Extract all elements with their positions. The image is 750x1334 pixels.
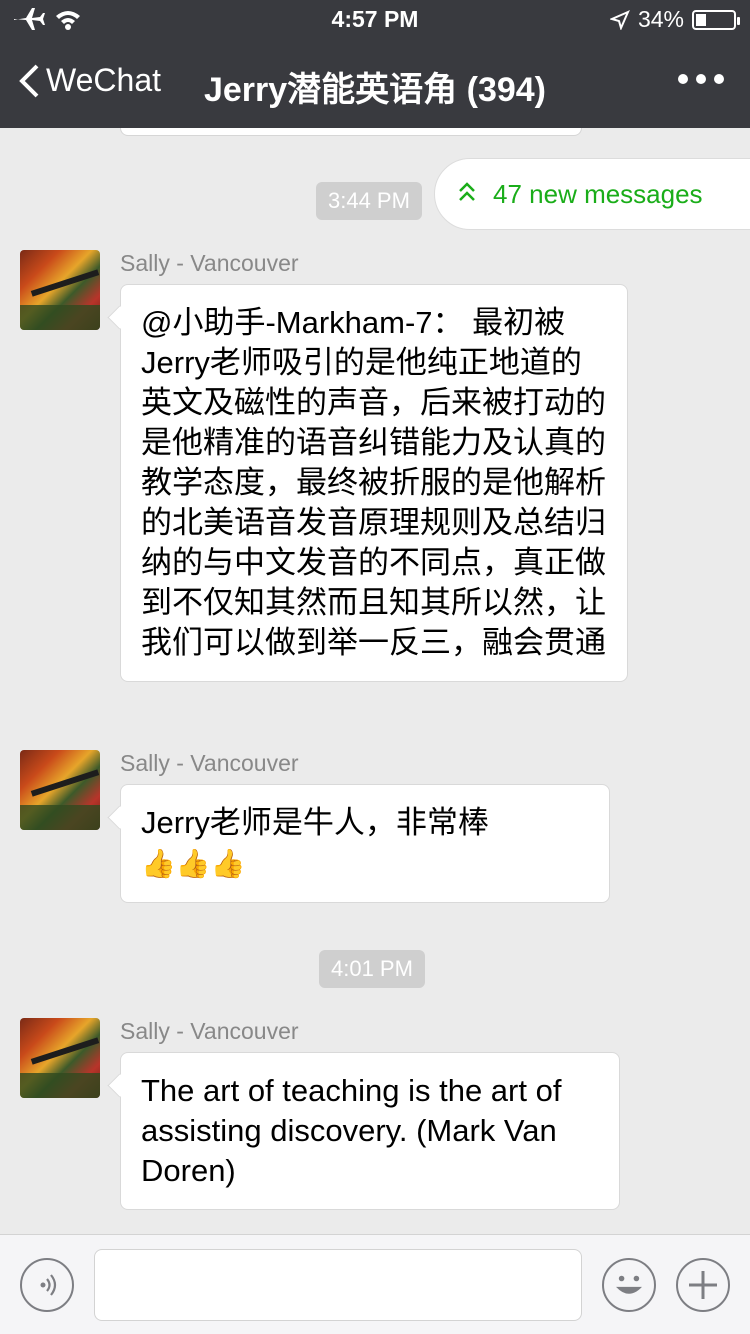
message-text: The art of teaching is the art of assist…: [141, 1073, 562, 1188]
message-input[interactable]: [94, 1249, 582, 1321]
status-right: 34%: [609, 6, 740, 33]
new-messages-button[interactable]: 47 new messages: [434, 158, 750, 230]
sender-name: Sally - Vancouver: [120, 1018, 299, 1044]
thumbs-up-emoji: 👍👍👍: [141, 848, 246, 879]
plus-icon: [689, 1271, 717, 1299]
emoji-button[interactable]: [602, 1258, 656, 1312]
status-bar: 4:57 PM 34%: [0, 0, 750, 40]
message-bubble[interactable]: Jerry老师是牛人，非常棒 👍👍👍: [120, 784, 610, 903]
message-bubble[interactable]: @小助手-Markham-7： 最初被Jerry老师吸引的是他纯正地道的英文及磁…: [120, 284, 628, 682]
location-arrow-icon: [609, 9, 630, 30]
avatar[interactable]: [20, 1018, 100, 1098]
message-text: Jerry老师是牛人，非常棒: [141, 805, 489, 840]
sender-name: Sally - Vancouver: [120, 250, 299, 276]
avatar[interactable]: [20, 750, 100, 830]
timestamp: 3:44 PM: [316, 182, 422, 220]
voice-button[interactable]: [20, 1258, 74, 1312]
new-messages-label: 47 new messages: [493, 178, 703, 209]
input-bar: [0, 1234, 750, 1334]
chat-area[interactable]: 3:44 PM 47 new messages Sally - Vancouve…: [0, 128, 750, 1234]
header: 4:57 PM 34% WeChat Jerry潜能英语角 (394): [0, 0, 750, 128]
message-bubble[interactable]: The art of teaching is the art of assist…: [120, 1052, 620, 1210]
more-button[interactable]: [678, 74, 724, 84]
dot: [696, 74, 706, 84]
dot: [714, 74, 724, 84]
battery-percent: 34%: [637, 6, 684, 32]
dot: [678, 74, 688, 84]
timestamp: 4:01 PM: [319, 950, 425, 988]
battery-icon: [692, 9, 740, 30]
double-chevron-up-icon: [457, 181, 477, 207]
smiley-icon: [616, 1275, 642, 1294]
chat-title: Jerry潜能英语角 (394): [203, 71, 546, 109]
plus-button[interactable]: [676, 1258, 730, 1312]
previous-message-bubble: [120, 128, 582, 136]
avatar[interactable]: [20, 250, 100, 330]
voice-icon: [40, 1274, 57, 1296]
battery-level: [696, 13, 706, 26]
sender-name: Sally - Vancouver: [120, 750, 299, 776]
message-text: @小助手-Markham-7： 最初被Jerry老师吸引的是他纯正地道的英文及磁…: [141, 305, 606, 660]
